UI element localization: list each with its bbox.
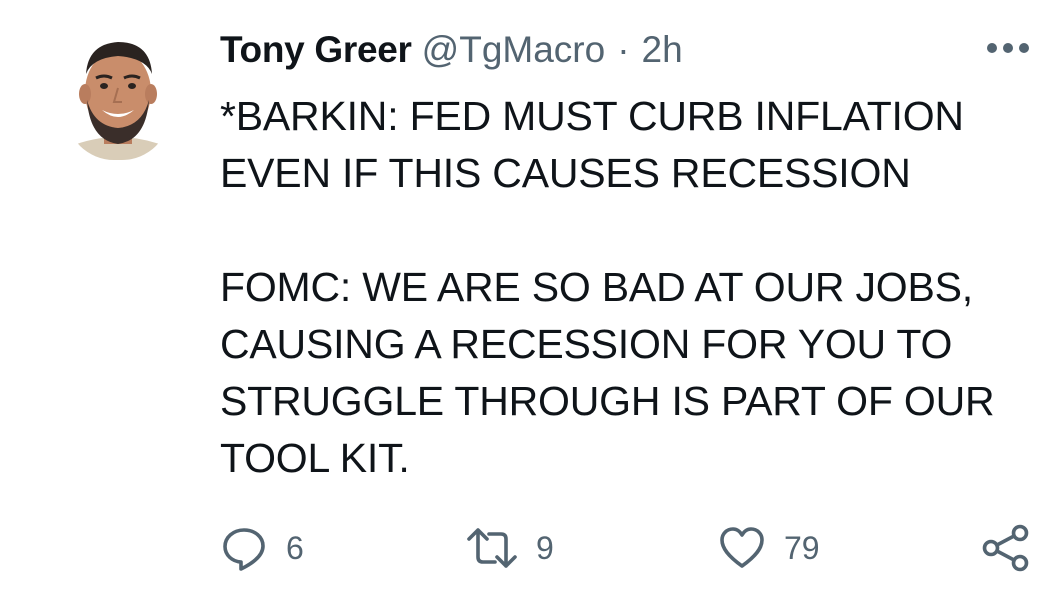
heart-icon: [720, 527, 764, 568]
tweet-card: Tony Greer @TgMacro · 2h *BARKIN: FED MU…: [0, 0, 1064, 595]
share-button[interactable]: [982, 520, 1030, 576]
tweet-actions: 6 9 79: [220, 520, 1040, 576]
avatar-image: [66, 30, 170, 160]
header-separator: ·: [617, 29, 630, 70]
tweet-timestamp[interactable]: 2h: [642, 29, 683, 71]
more-options-button[interactable]: [984, 36, 1032, 60]
retweet-button[interactable]: 9: [466, 520, 554, 576]
avatar[interactable]: [66, 30, 170, 160]
more-icon: [987, 43, 1029, 53]
like-button[interactable]: 79: [718, 520, 820, 576]
like-count: 79: [784, 529, 820, 566]
reply-icon: [223, 528, 265, 571]
share-icon: [982, 524, 1029, 572]
retweet-count: 9: [536, 529, 554, 566]
reply-count: 6: [286, 529, 304, 566]
author-name[interactable]: Tony Greer: [220, 29, 412, 71]
retweet-icon: [467, 528, 517, 568]
author-handle[interactable]: @TgMacro: [422, 29, 606, 71]
tweet-header: Tony Greer @TgMacro · 2h: [220, 22, 683, 78]
reply-button[interactable]: 6: [220, 520, 304, 576]
tweet-text: *BARKIN: FED MUST CURB INFLATION EVEN IF…: [220, 93, 995, 481]
